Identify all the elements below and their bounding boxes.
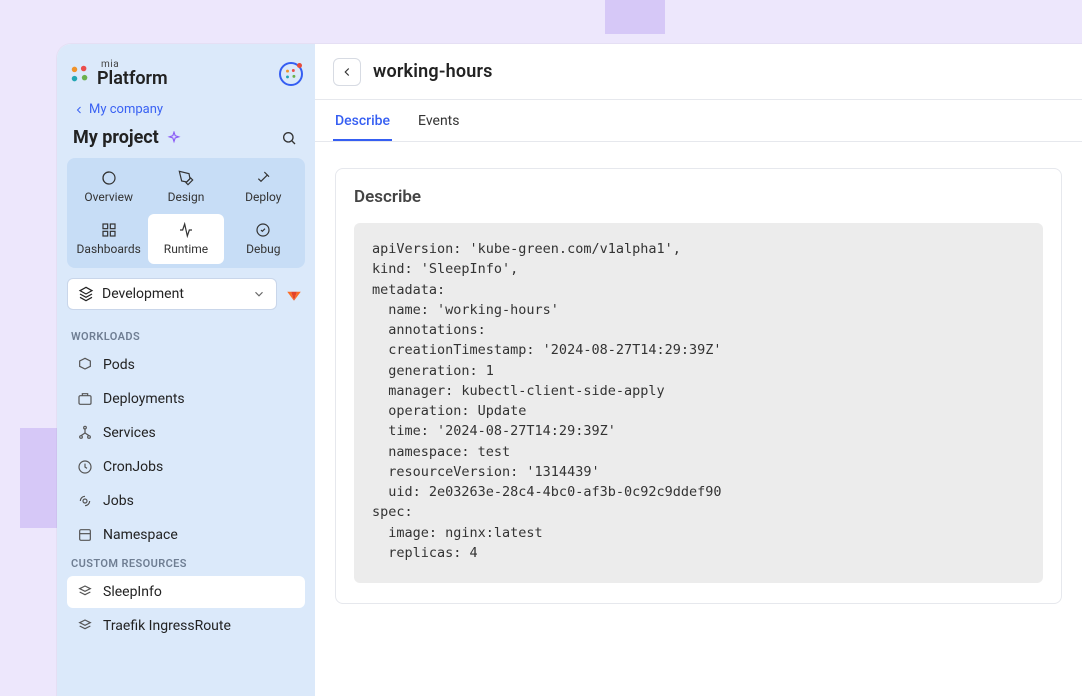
nav-sleepinfo[interactable]: SleepInfo <box>67 576 305 608</box>
nav-ingressroute[interactable]: Traefik IngressRoute <box>67 610 305 642</box>
describe-card: Describe apiVersion: 'kube-green.com/v1a… <box>335 168 1062 604</box>
nav-label: Namespace <box>103 527 178 543</box>
project-name: My project <box>73 127 181 148</box>
project-name-text: My project <box>73 127 159 148</box>
brand: mia Platform <box>69 60 168 88</box>
nav-namespace[interactable]: Namespace <box>67 519 305 551</box>
nav-label: CronJobs <box>103 459 163 475</box>
nav-label: Jobs <box>103 493 134 509</box>
main-header: working-hours <box>315 44 1082 100</box>
mode-debug[interactable]: Debug <box>226 214 301 264</box>
nav-services[interactable]: Services <box>67 417 305 449</box>
notifications-badge[interactable] <box>279 62 303 86</box>
mode-label: Dashboards <box>77 242 141 256</box>
sparkle-icon <box>167 131 181 145</box>
mode-deploy[interactable]: Deploy <box>226 162 301 212</box>
mode-label: Debug <box>246 242 280 256</box>
workloads-nav: Pods Deployments Services CronJobs Jobs <box>67 349 305 551</box>
main: working-hours Describe Events Describe a… <box>315 44 1082 696</box>
card-title: Describe <box>354 187 1043 207</box>
mode-switcher: Overview Design Deploy Dashboards Runtim… <box>67 158 305 268</box>
back-button[interactable] <box>333 58 361 86</box>
environment-value: Development <box>102 286 184 302</box>
mode-label: Runtime <box>164 242 208 256</box>
mode-overview[interactable]: Overview <box>71 162 146 212</box>
gitlab-icon[interactable] <box>285 284 305 304</box>
decoration <box>20 428 60 528</box>
mode-runtime[interactable]: Runtime <box>148 214 223 264</box>
nav-label: Traefik IngressRoute <box>103 618 231 634</box>
nav-deployments[interactable]: Deployments <box>67 383 305 415</box>
custom-resources-nav: SleepInfo Traefik IngressRoute <box>67 576 305 642</box>
nav-label: Pods <box>103 357 135 373</box>
environment-select[interactable]: Development <box>67 278 277 310</box>
search-button[interactable] <box>279 128 299 148</box>
brand-line2: Platform <box>97 70 168 88</box>
decoration <box>605 0 665 34</box>
nav-label: SleepInfo <box>103 584 162 600</box>
nav-label: Deployments <box>103 391 185 407</box>
mode-label: Deploy <box>245 190 281 204</box>
tabs: Describe Events <box>315 100 1082 142</box>
nav-cronjobs[interactable]: CronJobs <box>67 451 305 483</box>
section-workloads-label: WORKLOADS <box>67 324 305 349</box>
nav-jobs[interactable]: Jobs <box>67 485 305 517</box>
app-shell: mia Platform My company My project <box>57 44 1082 696</box>
tab-events[interactable]: Events <box>416 103 461 141</box>
section-custom-label: CUSTOM RESOURCES <box>67 551 305 576</box>
mode-design[interactable]: Design <box>148 162 223 212</box>
back-link-label: My company <box>89 102 163 117</box>
mode-dashboards[interactable]: Dashboards <box>71 214 146 264</box>
page-title: working-hours <box>373 61 493 82</box>
mode-label: Overview <box>84 190 133 204</box>
layers-icon <box>78 286 94 302</box>
tab-describe[interactable]: Describe <box>333 103 392 141</box>
sidebar: mia Platform My company My project <box>57 44 315 696</box>
back-to-company-link[interactable]: My company <box>67 98 305 121</box>
mode-label: Design <box>168 190 205 204</box>
chevron-down-icon <box>252 287 266 301</box>
arrow-left-icon <box>73 104 85 116</box>
nav-pods[interactable]: Pods <box>67 349 305 381</box>
nav-label: Services <box>103 425 156 441</box>
describe-yaml: apiVersion: 'kube-green.com/v1alpha1', k… <box>354 223 1043 583</box>
brand-logo-icon <box>69 63 91 85</box>
